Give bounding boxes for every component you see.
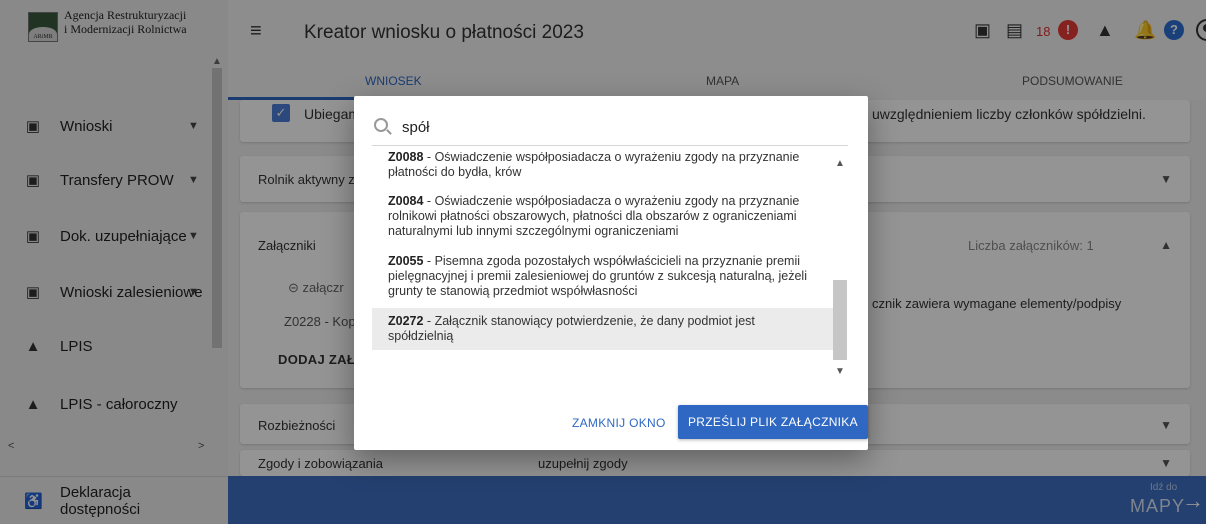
scroll-down-icon[interactable]: ▼ — [835, 366, 845, 377]
item-text: Pisemna zgoda pozostałych współwłaścicie… — [388, 254, 807, 298]
search-bar — [372, 110, 848, 146]
list-item[interactable]: Z0055 - Pisemna zgoda pozostałych współw… — [372, 250, 834, 303]
item-text: Oświadczenie współposiadacza o wyrażeniu… — [388, 194, 800, 238]
item-code: Z0055 — [388, 254, 424, 268]
search-input[interactable] — [402, 116, 822, 138]
list-item[interactable]: Z0088 - Oświadczenie współposiadacza o w… — [372, 152, 834, 184]
list-item[interactable]: Z0084 - Oświadczenie współposiadacza o w… — [372, 190, 834, 243]
attachment-type-dialog: Z0088 - Oświadczenie współposiadacza o w… — [354, 96, 868, 450]
item-code: Z0272 — [388, 314, 424, 328]
send-attachment-button[interactable]: PRZEŚLIJ PLIK ZAŁĄCZNIKA — [678, 405, 868, 439]
item-text: Oświadczenie współposiadacza o wyrażeniu… — [388, 152, 800, 179]
search-icon — [374, 118, 388, 132]
item-code: Z0088 — [388, 152, 424, 164]
item-code: Z0084 — [388, 194, 424, 208]
list-item-highlighted[interactable]: Z0272 - Załącznik stanowiący potwierdzen… — [372, 308, 834, 350]
scroll-up-icon[interactable]: ▲ — [835, 158, 845, 169]
item-text: Załącznik stanowiący potwierdzenie, że d… — [388, 314, 755, 343]
attachment-type-list: Z0088 - Oświadczenie współposiadacza o w… — [372, 152, 834, 380]
close-window-button[interactable]: ZAMKNIJ OKNO — [572, 408, 666, 438]
scrollbar-thumb[interactable] — [833, 280, 847, 360]
list-scrollbar[interactable]: ▲ ▼ — [832, 156, 850, 382]
